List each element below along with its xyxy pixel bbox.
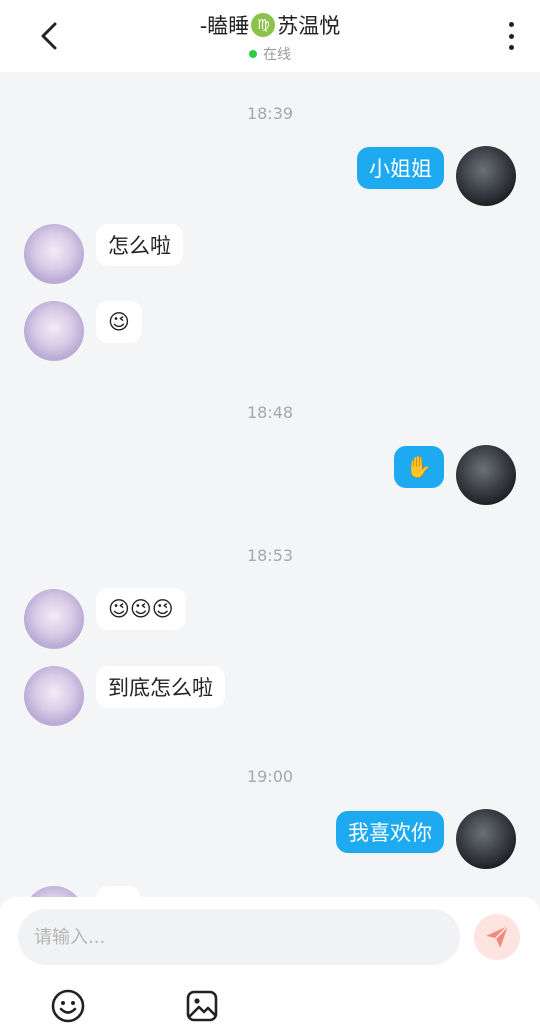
- input-bar: [0, 897, 540, 1035]
- contact-avatar[interactable]: [24, 301, 84, 361]
- contact-avatar[interactable]: [24, 224, 84, 284]
- message-bubble-received[interactable]: 😉: [96, 301, 142, 343]
- contact-name-suffix: 苏温悦: [277, 14, 341, 38]
- message-bubble-received[interactable]: 怎么啦: [96, 224, 183, 266]
- send-icon: [486, 925, 509, 948]
- message-input[interactable]: [18, 909, 460, 965]
- send-button[interactable]: [474, 914, 520, 960]
- image-icon: [186, 990, 218, 1022]
- contact-avatar[interactable]: [24, 589, 84, 649]
- message-bubble-sent[interactable]: 小姐姐: [357, 147, 444, 189]
- message-bubble-received[interactable]: 😉😉😉: [96, 588, 186, 630]
- online-status: 在线: [0, 44, 540, 64]
- timestamp: 18:53: [246, 546, 294, 565]
- contact-name: -瞌睡 ♍ 苏温悦: [199, 10, 341, 40]
- timestamp: 18:48: [246, 403, 294, 422]
- contact-name-prefix: -瞌睡: [199, 14, 250, 38]
- online-dot-icon: [249, 50, 257, 58]
- emoji-button[interactable]: [50, 988, 86, 1024]
- more-dot-icon: [508, 45, 514, 50]
- timestamp: 18:39: [246, 104, 294, 123]
- emoji-icon: [51, 989, 85, 1023]
- my-avatar[interactable]: [456, 146, 516, 206]
- image-button[interactable]: [184, 988, 220, 1024]
- my-avatar[interactable]: [456, 809, 516, 869]
- message-bubble-sent[interactable]: ✋: [393, 446, 444, 488]
- more-dot-icon: [508, 33, 514, 39]
- message-bubble-received[interactable]: 到底怎么啦: [96, 666, 225, 708]
- message-bubble-sent[interactable]: 我喜欢你: [336, 811, 444, 853]
- more-dot-icon: [508, 22, 514, 27]
- chat-title-block: -瞌睡 ♍ 苏温悦 在线: [0, 10, 540, 64]
- chat-header: -瞌睡 ♍ 苏温悦 在线: [0, 0, 540, 72]
- my-avatar[interactable]: [456, 445, 516, 505]
- contact-avatar[interactable]: [24, 666, 84, 726]
- timestamp: 19:00: [246, 767, 294, 786]
- virgo-icon: ♍: [251, 13, 276, 37]
- more-options-button[interactable]: [504, 22, 518, 50]
- status-text: 在线: [263, 47, 291, 63]
